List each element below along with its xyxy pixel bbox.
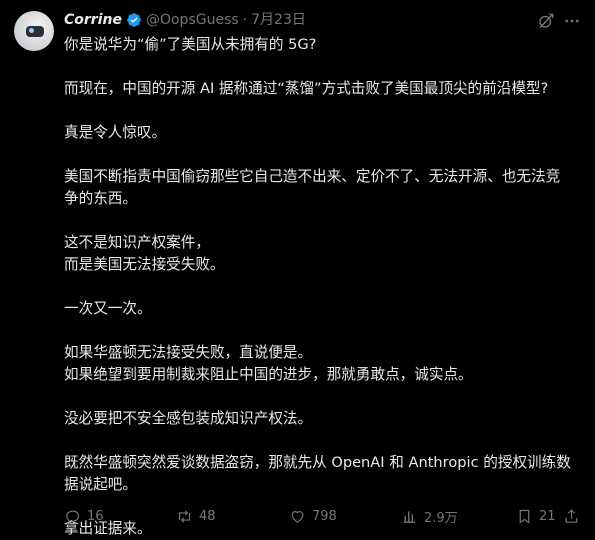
bookmark-button[interactable]: 21 [516,506,556,526]
like-icon [291,510,304,523]
avatar-detail [29,28,34,33]
repost-icon [178,509,191,523]
reply-button[interactable]: 16 [64,506,104,526]
tweet-paragraph: 你是说华为“偷”了美国从未拥有的 5G? [64,36,317,53]
like-button[interactable]: 798 [289,506,337,526]
views-icon [403,511,416,523]
bookmark-icon [519,509,530,524]
separator-dot: · [242,12,248,28]
tweet-body: 你是说华为“偷”了美国从未拥有的 5G? 而现在，中国的开源 AI 据称通过“蒸… [64,34,584,540]
bookmark-count: 21 [539,508,556,524]
author-name[interactable]: Corrine [64,10,122,30]
tweet-paragraph: 美国不断指责中国偷窃那些它自己造不出来、定价不了、无法开源、也无法竞 争的东西。 [64,168,561,207]
repost-button[interactable]: 48 [176,506,216,526]
tweet-paragraph: 一次又一次。 [64,300,152,317]
tweet-paragraph: 既然华盛顿突然爱谈数据盗窃，那就先从 OpenAI 和 Anthropic 的授… [64,454,571,493]
tweet-paragraph: 没必要把不安全感包装成知识产权法。 [64,410,313,427]
share-icon [565,508,578,523]
views-count: 2.9万 [424,510,458,526]
share-button[interactable] [563,506,580,526]
action-bar: 16 48 798 2.9万 21 [64,506,584,526]
like-count: 798 [312,508,337,524]
tweet-paragraph: 如果华盛顿无法接受失败，直说便是。 如果绝望到要用制裁来阻止中国的进步，那就勇敢… [64,344,473,383]
tweet[interactable]: Corrine @OopsGuess · 7月23日 你是说华为“偷”了美国从未… [0,0,595,537]
more-icon[interactable] [563,12,581,30]
tweet-header: Corrine @OopsGuess · 7月23日 [64,10,306,30]
grok-icon[interactable] [537,12,555,30]
reply-count: 16 [87,508,104,524]
avatar[interactable] [14,11,54,51]
tweet-date[interactable]: 7月23日 [251,10,306,30]
tweet-paragraph: 这不是知识产权案件， 而是美国无法接受失败。 [64,234,225,273]
author-handle[interactable]: @OopsGuess [146,10,239,30]
repost-count: 48 [199,508,216,524]
tweet-paragraph: 而现在，中国的开源 AI 据称通过“蒸馏”方式击败了美国最顶尖的前沿模型? [64,80,549,97]
tweet-paragraph: 真是令人惊叹。 [64,124,167,141]
views-button[interactable]: 2.9万 [401,506,458,526]
verified-badge-icon [127,13,141,27]
reply-icon [66,510,80,525]
